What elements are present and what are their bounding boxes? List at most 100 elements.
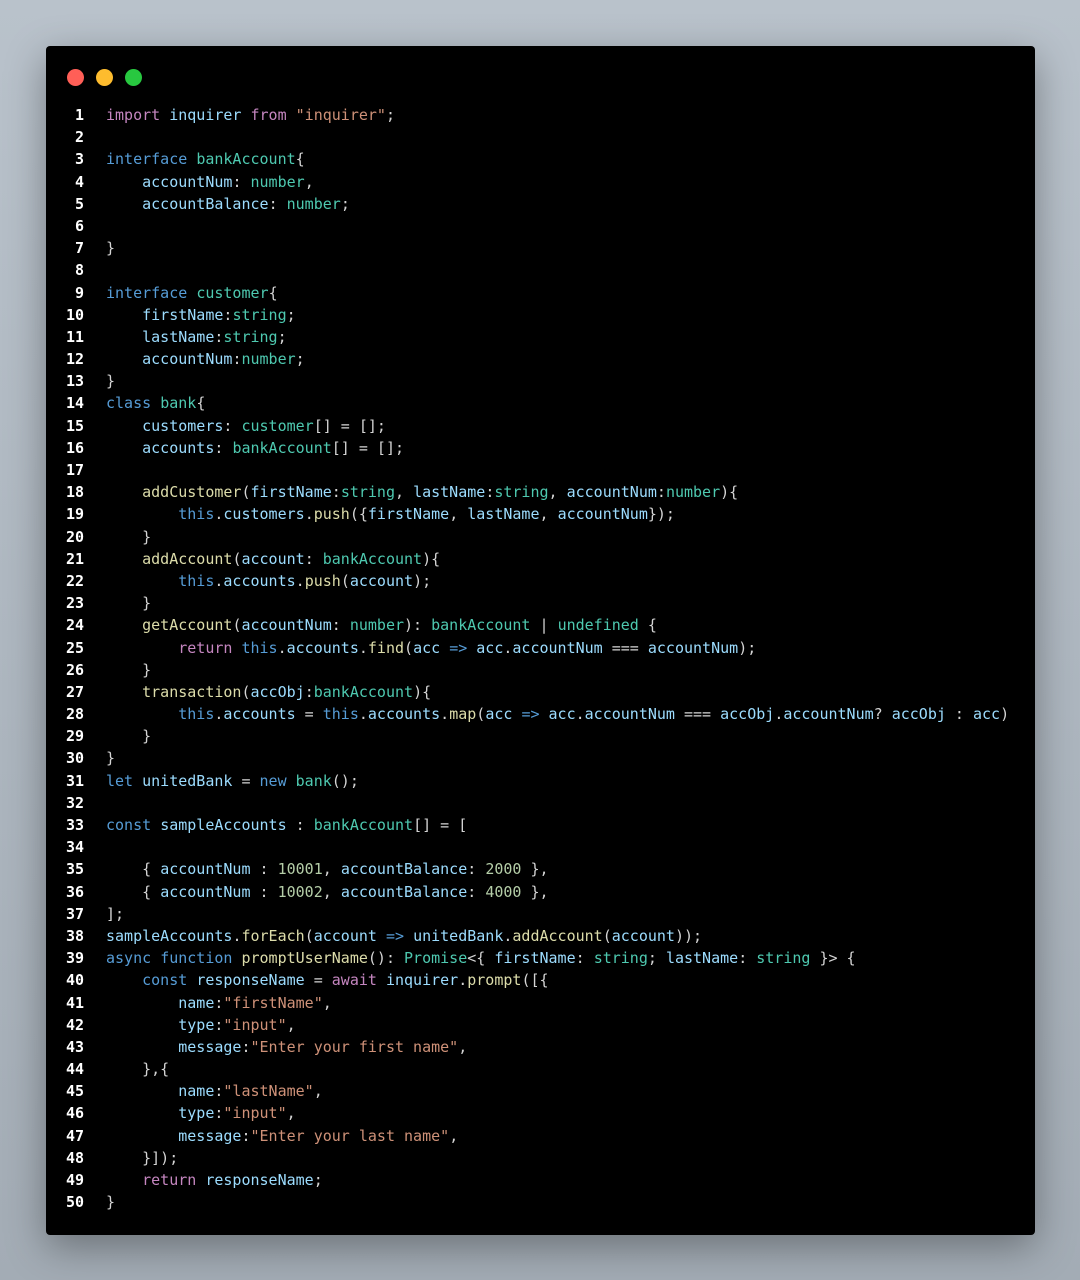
code-token: prompt [467,971,522,990]
code-token: accounts [142,438,215,457]
code-line: 9 interface customer{ [46,282,1035,304]
code-token: <{ [467,949,495,968]
code-text: async function promptUserName(): Promise… [106,947,856,969]
code-text: firstName:string; [106,304,296,326]
code-line: 30} [46,747,1035,769]
code-token: = [232,771,260,790]
code-line: 6 [46,215,1035,237]
line-number: 2 [74,128,84,147]
code-token: { [196,394,206,413]
code-line: 25 return this.accounts.find(acc => acc.… [46,637,1035,659]
code-token: : [656,483,666,502]
code-token: string [593,949,648,968]
code-line: 46 type:"input", [46,1102,1035,1124]
line-number: 37 [65,904,84,923]
code-token: return [142,1171,197,1189]
code-token: ? [873,705,892,724]
code-token: const [142,971,188,990]
code-text: addCustomer(firstName:string, lastName:s… [106,481,738,503]
maximize-button[interactable] [125,69,142,86]
line-number: 12 [65,350,84,369]
code-token: Promise [404,949,468,968]
minimize-button[interactable] [96,69,113,86]
code-token: bankAccount [431,616,531,635]
code-token: ( [241,483,251,502]
line-number: 24 [65,616,84,635]
code-token: import [106,106,161,124]
code-line: 42 type:"input", [46,1014,1035,1036]
code-text: } [106,592,151,614]
code-token: : [304,682,314,701]
code-token: , [286,1015,296,1034]
code-line: 48 }]); [46,1147,1035,1169]
code-token: unitedBank [142,771,233,790]
code-line: 18 addCustomer(firstName:string, lastNam… [46,481,1035,503]
line-number: 45 [65,1082,84,1101]
code-token: accountNum [512,638,603,657]
code-token: accountNum [160,882,251,901]
code-token: ( [241,682,251,701]
code-token: . [358,638,368,657]
code-token: ; [313,1171,323,1189]
line-number: 23 [65,594,84,613]
code-token: accounts [367,705,441,724]
code-token: ): [404,616,432,635]
code-token: , [322,882,341,901]
code-token: ){ [413,682,432,701]
close-button[interactable] [67,69,84,86]
code-text: { accountNum : 10002, accountBalance: 40… [106,881,549,903]
code-token: this [322,705,359,724]
code-text: } [106,1191,115,1213]
code-window: 1 import inquirer from "inquirer"; 2 3 inter… [46,46,1035,1235]
code-token: this [178,705,215,724]
code-token: === [602,638,648,657]
line-number: 8 [74,261,84,280]
code-token: sampleAccounts [160,816,287,834]
code-line: 29 } [46,725,1035,747]
code-token: , [548,483,567,502]
code-token: , [449,505,468,524]
code-token: ){ [720,483,739,502]
code-text: accounts: bankAccount[] = []; [106,437,404,459]
code-token: lastName [142,327,215,346]
line-number: 27 [65,682,84,701]
code-text: accountBalance: number; [106,193,350,215]
code-token: "inquirer" [295,106,386,124]
code-token: )); [674,926,703,945]
code-token: push [313,505,350,524]
code-token: this [241,638,278,657]
code-token: accountNum [241,616,332,635]
code-line: 31 let unitedBank = new bank(); [46,770,1035,792]
code-token: bankAccount [313,816,414,834]
code-token: await [331,971,377,990]
code-token: }, [521,882,549,901]
code-token: = [304,971,332,990]
line-number: 33 [65,816,84,834]
code-token: this [178,571,215,590]
code-token: } [106,1193,116,1212]
code-token: bankAccount [322,549,423,568]
code-token: "input" [223,1015,287,1034]
line-number: 30 [65,749,84,768]
code-token: , [286,1104,296,1123]
code-token: accObj [891,705,946,724]
code-token: string [340,483,395,502]
line-number: 35 [65,860,84,879]
code-token: } [106,749,116,768]
code-token: accountBalance [340,882,468,901]
code-token: account [241,549,305,568]
line-number: 42 [65,1015,84,1034]
code-token: "input" [223,1104,287,1123]
code-line: 37]; [46,903,1035,925]
code-text: import inquirer from "inquirer"; [106,104,395,126]
